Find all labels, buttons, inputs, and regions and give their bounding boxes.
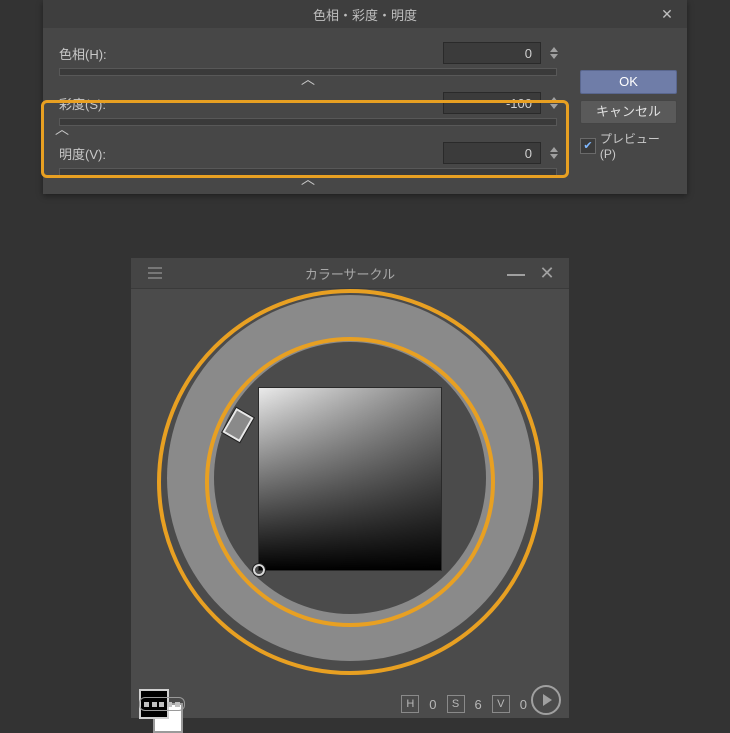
chevron-down-icon bbox=[550, 104, 558, 109]
ok-button[interactable]: OK bbox=[580, 70, 677, 94]
readout-v-letter: V bbox=[492, 695, 510, 713]
hue-label: 色相(H): bbox=[53, 44, 159, 63]
close-icon[interactable]: ✕ bbox=[647, 0, 687, 28]
hsl-titlebar[interactable]: 色相・彩度・明度 ✕ bbox=[43, 0, 687, 28]
sv-square[interactable] bbox=[258, 387, 442, 571]
saturation-row: 彩度(S): -100 bbox=[53, 92, 563, 114]
hsv-readout: H 0 S 6 V 0 bbox=[401, 695, 527, 713]
value-label: 明度(V): bbox=[53, 144, 159, 163]
hue-value-field[interactable]: 0 bbox=[443, 42, 541, 64]
color-circle-body: H 0 S 6 V 0 bbox=[131, 289, 569, 719]
hue-row: 色相(H): 0 bbox=[53, 42, 563, 64]
palette-strip-icon[interactable] bbox=[139, 697, 185, 711]
cancel-button[interactable]: キャンセル bbox=[580, 100, 677, 124]
saturation-slider[interactable] bbox=[59, 118, 557, 126]
chevron-up-icon bbox=[550, 147, 558, 152]
hamburger-icon[interactable] bbox=[131, 258, 169, 288]
saturation-label: 彩度(S): bbox=[53, 94, 159, 113]
color-circle-title: カラーサークル bbox=[305, 264, 395, 283]
value-value-field[interactable]: 0 bbox=[443, 142, 541, 164]
color-circle-titlebar[interactable]: カラーサークル ✕ bbox=[131, 258, 569, 289]
saturation-spinner[interactable] bbox=[545, 92, 563, 114]
chevron-up-icon bbox=[550, 47, 558, 52]
readout-v-value: 0 bbox=[520, 697, 527, 712]
saturation-value-field[interactable]: -100 bbox=[443, 92, 541, 114]
sv-cursor[interactable] bbox=[253, 564, 265, 576]
value-spinner[interactable] bbox=[545, 142, 563, 164]
chevron-down-icon bbox=[550, 54, 558, 59]
hsl-title: 色相・彩度・明度 bbox=[313, 5, 417, 24]
chevron-up-icon bbox=[550, 97, 558, 102]
hsl-side-buttons: OK キャンセル ✔ プレビュー(P) bbox=[580, 70, 675, 161]
readout-s-letter: S bbox=[447, 695, 465, 713]
readout-h-value: 0 bbox=[429, 697, 436, 712]
chevron-down-icon bbox=[550, 154, 558, 159]
readout-s-value: 6 bbox=[475, 697, 482, 712]
color-circle-bottom: H 0 S 6 V 0 bbox=[131, 659, 569, 719]
checkbox-icon[interactable]: ✔ bbox=[580, 138, 596, 154]
value-slider[interactable] bbox=[59, 168, 557, 176]
preview-label: プレビュー(P) bbox=[600, 130, 675, 161]
minimize-icon[interactable] bbox=[507, 274, 525, 276]
play-icon[interactable] bbox=[531, 685, 561, 715]
readout-h-letter: H bbox=[401, 695, 419, 713]
value-row: 明度(V): 0 bbox=[53, 142, 563, 164]
hsl-body: 色相(H): 0 ︿ 彩度(S): -100 bbox=[43, 28, 687, 194]
color-circle-panel: カラーサークル ✕ H 0 S 6 bbox=[131, 258, 569, 718]
hsl-dialog: 色相・彩度・明度 ✕ 色相(H): 0 ︿ 彩度(S): bbox=[43, 0, 687, 194]
hue-spinner[interactable] bbox=[545, 42, 563, 64]
close-icon[interactable]: ✕ bbox=[533, 258, 561, 288]
hue-slider[interactable] bbox=[59, 68, 557, 76]
preview-checkbox-row[interactable]: ✔ プレビュー(P) bbox=[580, 130, 675, 161]
